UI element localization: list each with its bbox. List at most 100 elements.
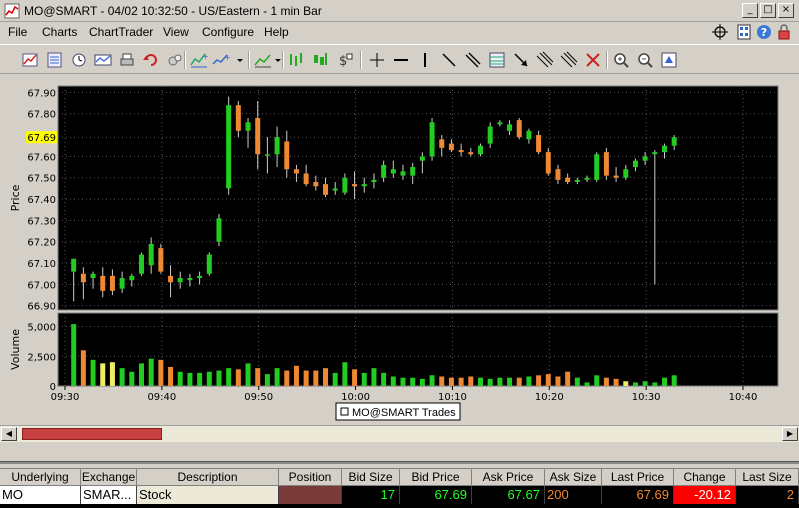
volume-bar (255, 368, 261, 386)
layout-icon[interactable] (736, 24, 752, 40)
cell-last-size[interactable]: 2 (736, 486, 799, 504)
candle-body (100, 275, 106, 291)
candle-body (565, 177, 571, 182)
volume-bar (468, 376, 474, 386)
volume-bar (565, 371, 571, 386)
dropdown-arrow-icon[interactable] (274, 51, 282, 69)
menu-file[interactable]: File (8, 25, 27, 39)
header-description[interactable]: Description (137, 469, 279, 486)
cell-position[interactable] (279, 486, 342, 504)
maximize-button[interactable]: □ (760, 3, 776, 18)
splitter-handle[interactable] (0, 461, 799, 464)
header-last-price[interactable]: Last Price (602, 469, 674, 486)
cell-ask-price[interactable]: 67.67 (472, 486, 545, 504)
candle-body (613, 175, 619, 178)
menu-charttrader[interactable]: ChartTrader (89, 25, 153, 39)
auto-scale-icon[interactable] (660, 51, 678, 69)
price-volume-chart[interactable]: 67.90 67.80 67.69 67.60 67.50 67.40 67.30 67.20… (0, 76, 799, 424)
candle-body (400, 171, 406, 176)
horizontal-line-icon[interactable] (392, 51, 410, 69)
scroll-right-button[interactable]: ▶ (782, 427, 798, 441)
drawing-icon[interactable]: + (212, 51, 230, 69)
volume-bar (371, 368, 377, 386)
cell-change[interactable]: -20.12 (674, 486, 736, 504)
header-exchange[interactable]: Exchange (81, 469, 137, 486)
price-tick-label: 67.20 (27, 238, 56, 249)
fib-icon[interactable] (488, 51, 506, 69)
channel-icon[interactable] (464, 51, 482, 69)
cell-ask-size[interactable]: 200 (545, 486, 602, 504)
link-icon[interactable] (166, 51, 184, 69)
volume-bar (419, 378, 425, 386)
clock-icon[interactable] (70, 51, 88, 69)
menu-configure[interactable]: Configure (202, 25, 254, 39)
header-bid-size[interactable]: Bid Size (342, 469, 400, 486)
ruler-icon[interactable] (94, 51, 112, 69)
crosshair-target-icon[interactable] (712, 24, 728, 40)
cell-underlying[interactable]: MO (0, 486, 81, 504)
undo-icon[interactable] (142, 51, 160, 69)
parallel-lines-icon[interactable] (536, 51, 554, 69)
dropdown-arrow-icon[interactable] (236, 51, 244, 69)
menu-charts[interactable]: Charts (42, 25, 77, 39)
print-icon[interactable] (118, 51, 136, 69)
candle-body (555, 169, 561, 180)
close-button[interactable]: × (778, 3, 794, 18)
candle-body (148, 243, 154, 266)
title-bar[interactable]: MO@SMART - 04/02 10:32:50 - US/Eastern -… (0, 0, 799, 22)
header-ask-price[interactable]: Ask Price (472, 469, 545, 486)
scroll-left-button[interactable]: ◀ (1, 427, 17, 441)
new-chart-icon[interactable] (22, 51, 40, 69)
candle-body (584, 177, 590, 180)
bar-style-icon[interactable] (288, 51, 306, 69)
zoom-in-icon[interactable] (612, 51, 630, 69)
volume-bar (352, 369, 358, 386)
cell-bid-size[interactable]: 17 (342, 486, 400, 504)
time-tick-label: 10:00 (341, 392, 370, 403)
header-bid-price[interactable]: Bid Price (400, 469, 472, 486)
chart-data-icon[interactable] (46, 51, 64, 69)
volume-bar (313, 370, 319, 386)
volume-bar (168, 366, 174, 386)
vertical-line-icon[interactable] (416, 51, 434, 69)
header-position[interactable]: Position (279, 469, 342, 486)
minimize-button[interactable]: _ (742, 3, 758, 18)
candle-body (168, 275, 174, 283)
crosshair-icon[interactable] (368, 51, 386, 69)
volume-bar (574, 377, 580, 386)
cell-description[interactable]: Stock (137, 486, 279, 504)
scroll-thumb[interactable] (22, 428, 162, 440)
header-last-size[interactable]: Last Size (736, 469, 799, 486)
chart-scrollbar[interactable]: ◀ ▶ (0, 425, 799, 442)
parallel-lines-2-icon[interactable] (560, 51, 578, 69)
time-tick-label: 10:40 (729, 392, 758, 403)
volume-bar (187, 372, 193, 386)
delete-drawing-icon[interactable] (584, 51, 602, 69)
header-ask-size[interactable]: Ask Size (545, 469, 602, 486)
candle-body (516, 120, 522, 138)
diagonal-line-icon[interactable] (440, 51, 458, 69)
lock-icon[interactable] (776, 24, 792, 40)
header-underlying[interactable]: Underlying (0, 469, 81, 486)
chart-panel[interactable]: 67.90 67.80 67.69 67.60 67.50 67.40 67.30 67.20… (0, 76, 799, 424)
candle-style-icon[interactable] (312, 51, 330, 69)
menu-view[interactable]: View (163, 25, 189, 39)
zoom-out-icon[interactable] (636, 51, 654, 69)
cell-exchange[interactable]: SMAR... (81, 486, 137, 504)
volume-bar (584, 382, 590, 386)
candle-body (468, 152, 474, 155)
arrow-icon[interactable] (512, 51, 530, 69)
trend-icon[interactable] (254, 51, 272, 69)
volume-bar (177, 371, 183, 386)
price-tick-label: 67.80 (27, 110, 56, 121)
help-icon[interactable]: ? (756, 24, 772, 40)
legend-label: MO@SMART Trades (352, 407, 456, 419)
cell-last-price[interactable]: 67.69 (602, 486, 674, 504)
candle-body (119, 278, 125, 289)
header-change[interactable]: Change (674, 469, 736, 486)
indicator-icon[interactable]: + (190, 51, 208, 69)
candle-body (80, 273, 86, 283)
cell-bid-price[interactable]: 67.69 (400, 486, 472, 504)
menu-help[interactable]: Help (264, 25, 289, 39)
dollar-icon[interactable]: $ (336, 51, 354, 69)
